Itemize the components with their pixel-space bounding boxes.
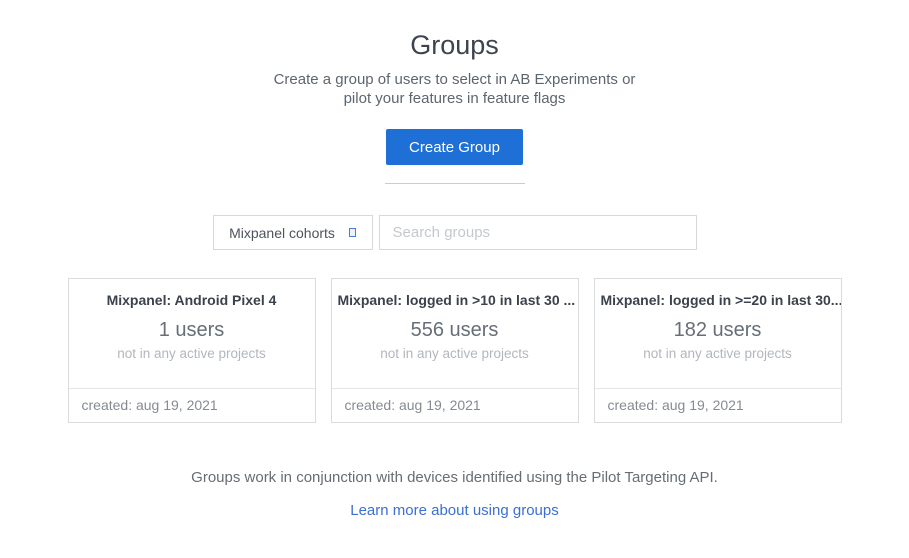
page-subtitle-line2: pilot your features in feature flags (344, 90, 566, 107)
cohort-source-select[interactable]: Mixpanel cohorts (213, 215, 373, 250)
group-card-title: Mixpanel: logged in >=20 in last 30... (595, 292, 841, 308)
group-card-body: Mixpanel: logged in >=20 in last 30... 1… (595, 279, 841, 388)
group-cards-row: Mixpanel: Android Pixel 4 1 users not in… (0, 278, 909, 423)
group-card-body: Mixpanel: logged in >10 in last 30 ... 5… (332, 279, 578, 388)
group-card[interactable]: Mixpanel: logged in >10 in last 30 ... 5… (331, 278, 579, 423)
groups-page: Groups Create a group of users to select… (0, 0, 909, 520)
group-card-created: created: aug 19, 2021 (332, 388, 578, 422)
group-card-status: not in any active projects (332, 346, 578, 361)
group-card-created: created: aug 19, 2021 (69, 388, 315, 422)
page-subtitle-line1: Create a group of users to select in AB … (274, 71, 636, 88)
group-card-title: Mixpanel: Android Pixel 4 (69, 292, 315, 308)
group-card-user-count: 182 users (595, 319, 841, 342)
group-card-status: not in any active projects (69, 346, 315, 361)
section-divider (385, 183, 525, 184)
search-groups-input[interactable] (379, 215, 697, 250)
group-card-user-count: 556 users (332, 319, 578, 342)
group-card-body: Mixpanel: Android Pixel 4 1 users not in… (69, 279, 315, 388)
group-card-user-count: 1 users (69, 319, 315, 342)
page-subtitle: Create a group of users to select in AB … (0, 70, 909, 108)
group-card-created: created: aug 19, 2021 (595, 388, 841, 422)
create-group-button[interactable]: Create Group (386, 129, 523, 165)
dropdown-indicator-icon (349, 228, 356, 237)
group-card[interactable]: Mixpanel: logged in >=20 in last 30... 1… (594, 278, 842, 423)
group-card-title: Mixpanel: logged in >10 in last 30 ... (332, 292, 578, 308)
group-card[interactable]: Mixpanel: Android Pixel 4 1 users not in… (68, 278, 316, 423)
filter-controls: Mixpanel cohorts (0, 215, 909, 250)
group-card-status: not in any active projects (595, 346, 841, 361)
learn-more-link[interactable]: Learn more about using groups (350, 502, 558, 519)
groups-info-note: Groups work in conjunction with devices … (0, 469, 909, 486)
page-title: Groups (0, 30, 909, 61)
cohort-source-select-value: Mixpanel cohorts (229, 225, 335, 241)
